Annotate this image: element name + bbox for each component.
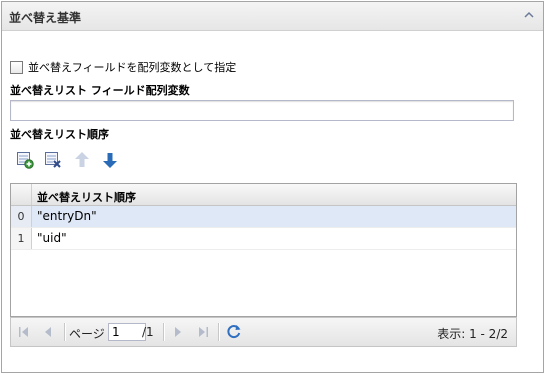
row-value[interactable]: "entryDn" [37, 206, 97, 227]
grid-column-header[interactable]: 並べ替えリスト順序 [37, 189, 136, 205]
first-page-icon [19, 327, 28, 337]
add-row-icon [17, 152, 34, 169]
page-count: /1 [142, 325, 154, 339]
page-label: ページ [69, 327, 105, 341]
field-array-label: 並べ替えリスト フィールド配列変数 [10, 84, 190, 97]
table-row[interactable]: 1 "uid" [11, 228, 516, 250]
pager-display-range: 表示: 1 - 2/2 [437, 327, 508, 341]
refresh-icon [227, 325, 241, 339]
sort-panel: 並べ替え基準 並べ替えフィールドを配列変数として指定 並べ替えリスト フィールド… [1, 1, 544, 373]
row-value[interactable]: "uid" [37, 228, 67, 249]
sort-order-label: 並べ替えリスト順序 [10, 128, 109, 141]
row-index: 0 [11, 206, 32, 227]
table-row[interactable]: 0 "entryDn" [11, 206, 516, 228]
field-array-input[interactable] [10, 100, 514, 121]
pager-separator [163, 323, 165, 341]
add-row-button[interactable] [14, 149, 36, 171]
delete-row-button[interactable] [42, 149, 64, 171]
move-up-icon [75, 152, 89, 167]
page-number-input[interactable]: 1 [108, 323, 146, 341]
sort-order-grid: 並べ替えリスト順序 0 "entryDn" 1 "uid" [10, 183, 517, 317]
panel-title: 並べ替え基準 [9, 11, 82, 25]
array-checkbox[interactable] [10, 60, 23, 74]
grid-header: 並べ替えリスト順序 [11, 184, 516, 206]
grid-pager: ページ 1 /1 表示: 1 - 2/2 [10, 317, 517, 347]
array-checkbox-label: 並べ替えフィールドを配列変数として指定 [28, 61, 237, 74]
next-page-button[interactable] [171, 325, 185, 339]
delete-row-icon [45, 152, 61, 168]
first-page-button[interactable] [17, 325, 31, 339]
array-checkbox-row[interactable]: 並べ替えフィールドを配列変数として指定 [10, 60, 236, 74]
refresh-button[interactable] [226, 323, 242, 339]
last-page-icon [199, 327, 208, 337]
prev-page-icon [45, 327, 51, 337]
collapse-icon[interactable] [523, 9, 535, 21]
move-up-button[interactable] [71, 149, 93, 171]
pager-separator [64, 323, 66, 341]
grid-header-index [11, 184, 32, 205]
move-down-icon [103, 153, 117, 168]
next-page-icon [175, 327, 181, 337]
prev-page-button[interactable] [41, 325, 55, 339]
pager-separator [218, 323, 220, 341]
row-index: 1 [11, 228, 32, 249]
last-page-button[interactable] [196, 325, 210, 339]
panel-header: 並べ替え基準 [2, 2, 543, 31]
move-down-button[interactable] [99, 149, 121, 171]
